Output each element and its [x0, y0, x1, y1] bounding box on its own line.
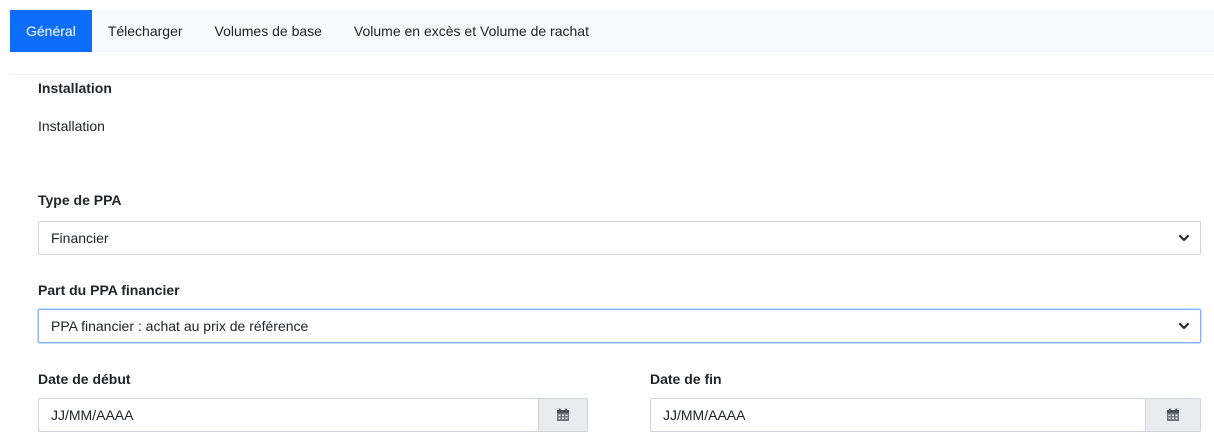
- tab-bar: Général Télecharger Volumes de base Volu…: [10, 10, 1214, 52]
- ppa-type-select[interactable]: Financier: [38, 221, 1201, 255]
- tab-divider: [10, 74, 1214, 75]
- start-date-calendar-button[interactable]: [538, 398, 588, 432]
- ppa-type-label: Type de PPA: [38, 192, 122, 208]
- end-date-calendar-button[interactable]: [1145, 398, 1201, 432]
- tab-volume-en-exces[interactable]: Volume en excès et Volume de rachat: [338, 10, 605, 52]
- installation-value: Installation: [38, 118, 105, 134]
- start-date-placeholder: JJ/MM/AAAA: [51, 407, 134, 423]
- end-date-input[interactable]: JJ/MM/AAAA: [650, 398, 1145, 432]
- ppa-part-label: Part du PPA financier: [38, 282, 180, 298]
- tab-general[interactable]: Général: [10, 10, 92, 52]
- start-date-input[interactable]: JJ/MM/AAAA: [38, 398, 538, 432]
- ppa-part-selected-value: PPA financier : achat au prix de référen…: [51, 318, 309, 334]
- end-date-placeholder: JJ/MM/AAAA: [663, 407, 746, 423]
- end-date-label: Date de fin: [650, 371, 722, 387]
- chevron-down-icon: [1179, 235, 1189, 241]
- calendar-icon: [557, 408, 569, 421]
- ppa-part-select[interactable]: PPA financier : achat au prix de référen…: [38, 309, 1201, 343]
- installation-label: Installation: [38, 80, 112, 96]
- chevron-down-icon: [1179, 323, 1189, 329]
- tab-volumes-de-base[interactable]: Volumes de base: [199, 10, 338, 52]
- ppa-type-selected-value: Financier: [51, 230, 109, 246]
- calendar-icon: [1167, 408, 1179, 421]
- start-date-label: Date de début: [38, 371, 131, 387]
- tab-telecharger[interactable]: Télecharger: [92, 10, 199, 52]
